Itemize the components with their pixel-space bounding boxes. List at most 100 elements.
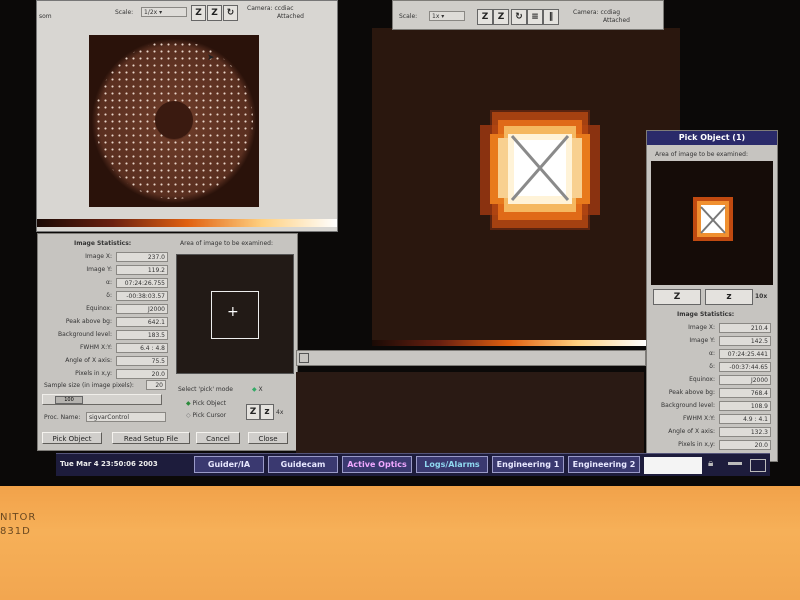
close-button[interactable]: Close	[248, 432, 288, 444]
top-right-window: Scale: 1x ▾ Z Z ↻ ≡ ‖ Camera: ccdiag Att…	[392, 0, 664, 30]
stat-label: Image Y:	[86, 266, 112, 273]
cursor-arrow-icon: ➤	[207, 53, 215, 63]
stat-value: 75.5	[116, 356, 168, 366]
split-button[interactable]: ‖	[543, 9, 559, 25]
sample-size-input[interactable]: 20	[146, 380, 166, 390]
zoom-out-button[interactable]: Z	[207, 5, 222, 21]
colorbar-main	[372, 340, 646, 346]
stat-label: Equinox:	[86, 305, 112, 312]
pick-object-button[interactable]: Pick Object	[42, 432, 102, 444]
stat-label: α:	[106, 279, 112, 286]
stat-label: Equinox:	[689, 376, 715, 383]
crosshair-icon: +	[227, 304, 239, 320]
zoom-out-button[interactable]: z	[260, 404, 274, 420]
stat-value: 07:24:26.755	[116, 278, 168, 288]
stat-label: Angle of X axis:	[65, 357, 112, 364]
window-icon[interactable]	[750, 459, 766, 472]
stat-value: 132.3	[719, 427, 771, 437]
scale-label: Scale:	[115, 9, 134, 16]
taskbar-blank-field[interactable]	[644, 457, 702, 474]
stats-title: Image Statistics:	[74, 240, 132, 247]
stat-label: Angle of X axis:	[668, 428, 715, 435]
resize-icon[interactable]	[299, 353, 309, 363]
zoom-value: 10x	[755, 293, 768, 300]
top-left-window: som Scale: 1/2x ▾ Z Z ↻ Camera: ccdiac A…	[36, 0, 338, 232]
zoom-out-button[interactable]: Z	[493, 9, 509, 25]
stat-value: 237.0	[116, 252, 168, 262]
pick-area-image[interactable]	[651, 161, 773, 285]
stat-label: Background level:	[661, 402, 715, 409]
window-fragment-text: som	[39, 13, 52, 20]
tab-engineering-2[interactable]: Engineering 2	[568, 456, 640, 473]
stat-value: 183.5	[116, 330, 168, 340]
stat-value: J2000	[116, 304, 168, 314]
stat-value: 07:24:25.441	[719, 349, 771, 359]
star-image-large	[480, 110, 600, 230]
tab-guider-ia[interactable]: Guider/IA	[194, 456, 264, 473]
fit-button[interactable]: ≡	[527, 9, 543, 25]
mode-x-option[interactable]: ◆ X	[252, 386, 263, 393]
sample-size-label: Sample size (in image pixels):	[44, 382, 134, 389]
star-image-small	[693, 197, 733, 241]
zoom-out-button[interactable]: z	[705, 289, 753, 305]
refresh-button[interactable]: ↻	[223, 5, 238, 21]
image-lower	[296, 372, 644, 454]
area-title: Area of image to be examined:	[655, 151, 748, 158]
zoom-in-button[interactable]: Z	[653, 289, 701, 305]
stat-label: Image X:	[688, 324, 715, 331]
tab-logs-alarms[interactable]: Logs/Alarms	[416, 456, 488, 473]
stat-label: δ:	[709, 363, 715, 370]
colorbar	[37, 219, 337, 227]
stat-value: 20.0	[719, 440, 771, 450]
stat-value: J2000	[719, 375, 771, 385]
proc-name-label: Proc. Name:	[44, 414, 81, 421]
lock-icon[interactable]: 🔒︎	[708, 458, 713, 469]
pick-cursor-radio[interactable]: ◇ Pick Cursor	[186, 412, 226, 419]
stat-label: FWHM X:Y:	[79, 344, 112, 351]
stat-label: Background level:	[58, 331, 112, 338]
read-setup-file-button[interactable]: Read Setup File	[112, 432, 190, 444]
refresh-button[interactable]: ↻	[511, 9, 527, 25]
camera-status: Attached	[603, 17, 630, 24]
stat-value: 642.1	[116, 317, 168, 327]
stat-label: Peak above bg:	[65, 318, 112, 325]
stat-label: Image X:	[85, 253, 112, 260]
pick-object-title: Pick Object (1)	[647, 131, 777, 145]
stat-label: Pixels in x,y:	[75, 370, 112, 377]
stat-label: δ:	[106, 292, 112, 299]
proc-name-input[interactable]: sigvarControl	[86, 412, 166, 422]
camera-label: Camera: ccdiag	[573, 9, 621, 16]
zoom-in-button[interactable]: Z	[246, 404, 260, 420]
camera-label: Camera: ccdiac	[247, 5, 294, 12]
minimize-icon[interactable]	[728, 462, 742, 465]
zoom-in-button[interactable]: Z	[191, 5, 206, 21]
cancel-button[interactable]: Cancel	[196, 432, 240, 444]
stat-label: FWHM X:Y:	[682, 415, 715, 422]
area-image[interactable]: +	[176, 254, 294, 374]
datetime-display: Tue Mar 4 23:50:06 2003	[60, 456, 190, 473]
tab-active-optics[interactable]: Active Optics	[342, 456, 412, 473]
sample-slider[interactable]: 100	[42, 394, 162, 405]
pick-object-radio[interactable]: ◆ Pick Object	[186, 400, 226, 407]
scale-select[interactable]: 1x ▾	[429, 11, 465, 21]
stat-value: 108.9	[719, 401, 771, 411]
scale-label: Scale:	[399, 13, 418, 20]
tab-guidecam[interactable]: Guidecam	[268, 456, 338, 473]
monitor-model-text-2: 831D	[0, 526, 31, 537]
pupil-image[interactable]	[89, 35, 259, 207]
stat-value: 119.2	[116, 265, 168, 275]
stats-title: Image Statistics:	[677, 311, 735, 318]
stat-value: 4.9 : 4.1	[719, 414, 771, 424]
left-stats-panel: Image Statistics: Image X: 237.0 Image Y: 1…	[37, 233, 298, 451]
image-footer-bar	[296, 350, 646, 366]
scale-select[interactable]: 1/2x ▾	[141, 7, 187, 17]
pick-mode-label: Select 'pick' mode	[178, 386, 233, 393]
pick-object-window: Pick Object (1) Area of image to be exam…	[646, 130, 778, 462]
zoom-in-button[interactable]: Z	[477, 9, 493, 25]
stat-value: 768.4	[719, 388, 771, 398]
stat-label: Peak above bg:	[668, 389, 715, 396]
stat-value: 20.0	[116, 369, 168, 379]
area-title: Area of image to be examined:	[180, 240, 273, 247]
tab-engineering-1[interactable]: Engineering 1	[492, 456, 564, 473]
stat-label: α:	[709, 350, 715, 357]
